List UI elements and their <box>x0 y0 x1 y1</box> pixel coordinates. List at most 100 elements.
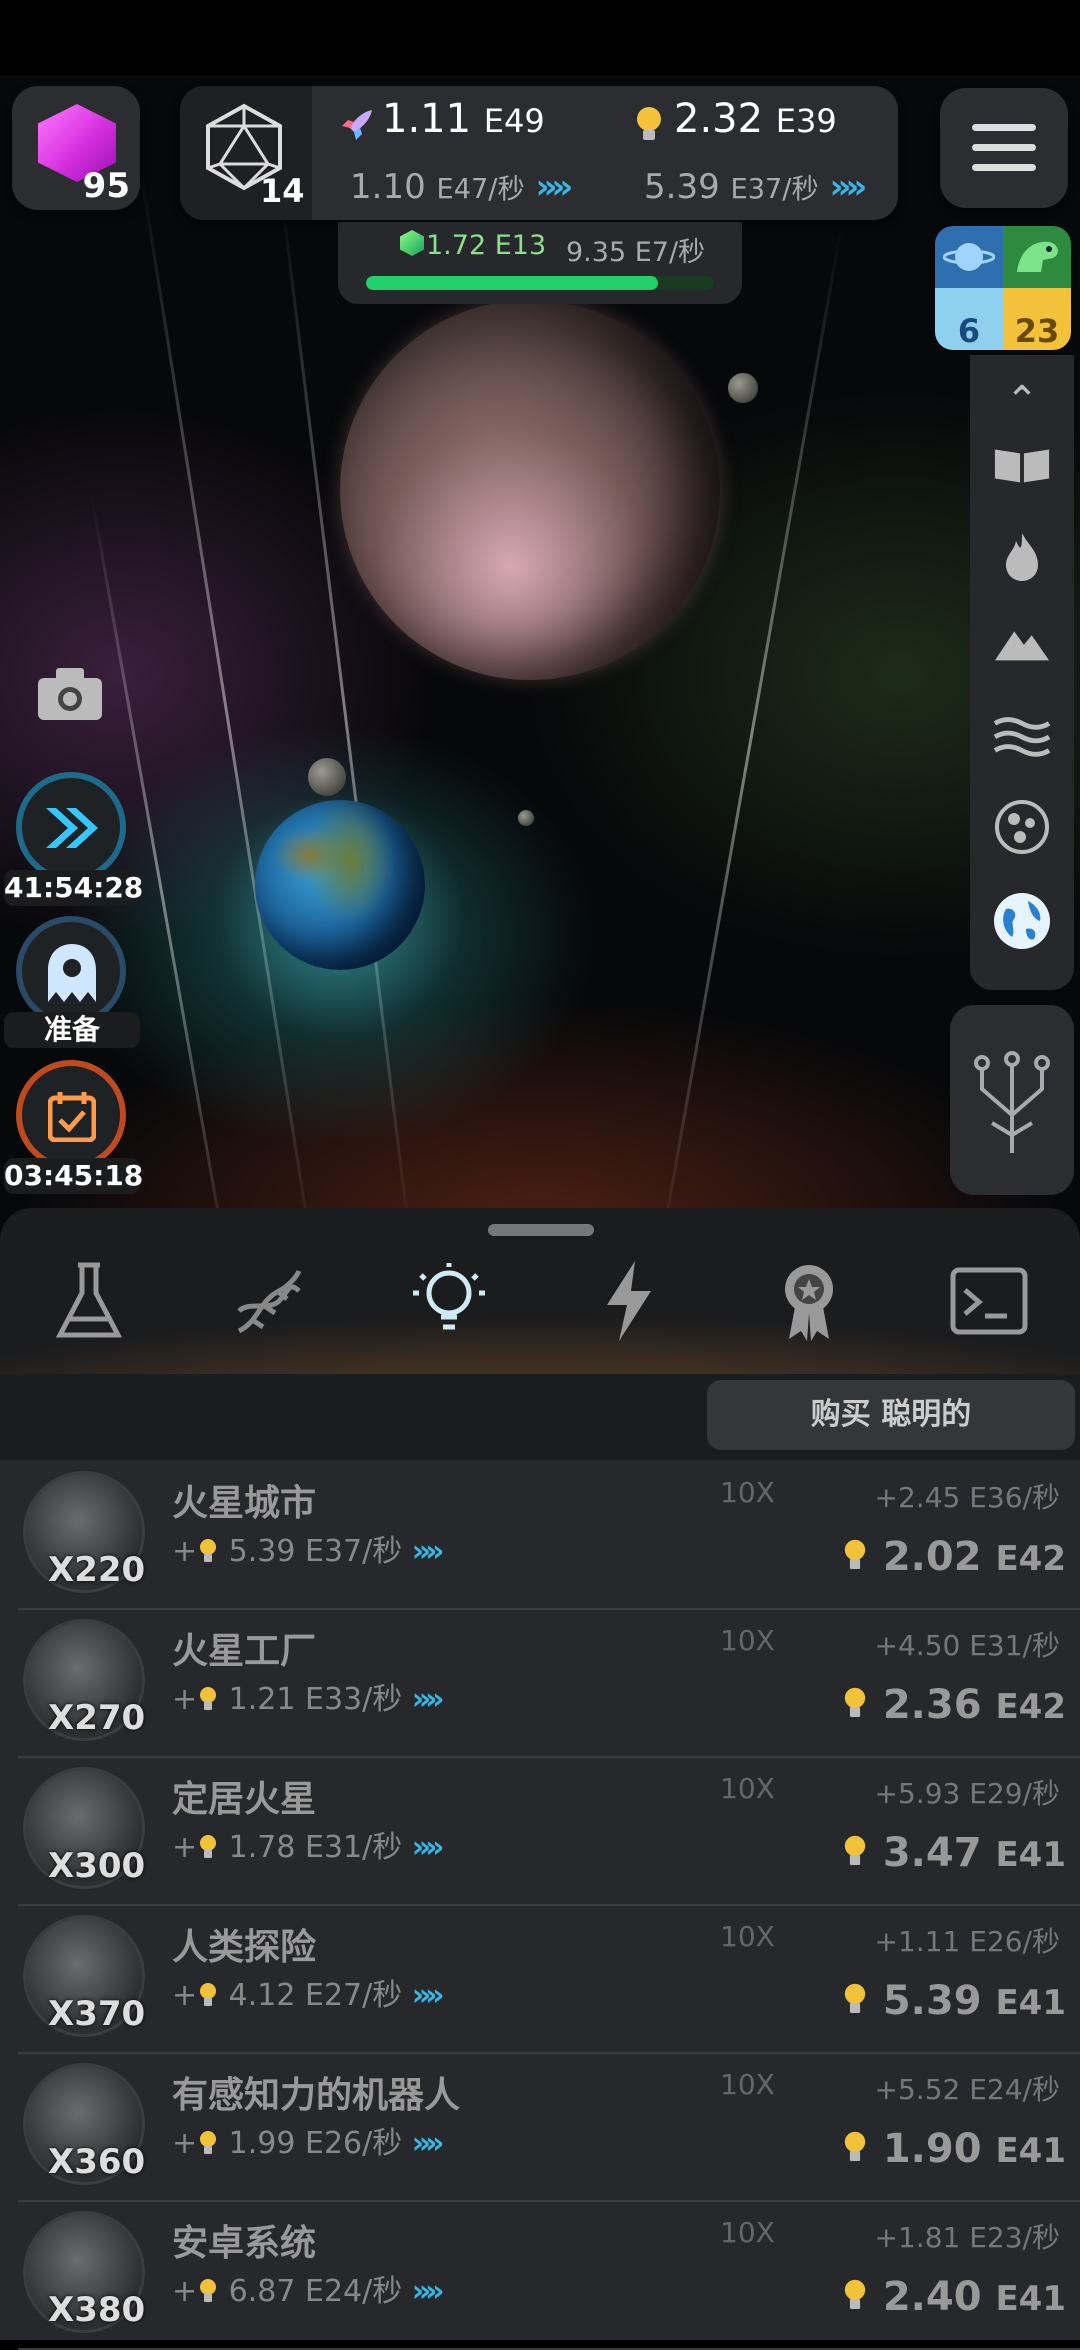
lightbulb-icon <box>637 107 661 140</box>
light-beam <box>280 194 411 1238</box>
green-resource-value: 1.72 E13 <box>426 230 547 261</box>
lightbulb-icon <box>844 1983 866 2013</box>
item-gain-exp: E31/秒 <box>969 1629 1060 1662</box>
lightbulb-icon <box>844 2131 866 2161</box>
plus-sign: + <box>172 1534 198 1569</box>
list-item[interactable]: X380 安卓系统 + 6.87 E24/秒 »» 10X +1.81 E23/秒 2.… <box>18 2200 1080 2350</box>
level-box[interactable]: 14 <box>180 86 312 220</box>
item-gain: +1.81 E23/秒 <box>875 2216 1060 2256</box>
item-gain-exp: E26/秒 <box>969 1925 1060 1958</box>
list-item[interactable]: X300 定居火星 + 1.78 E31/秒 »» 10X +5.93 E29/秒 3.… <box>18 1756 1080 1906</box>
lightbulb-icon <box>413 1263 485 1330</box>
bottom-tab-bar <box>0 1208 1080 1374</box>
item-cost[interactable]: 2.40 E41 <box>841 2274 1066 2320</box>
item-gain: +2.45 E36/秒 <box>875 1476 1060 1516</box>
item-cost-value: 5.39 <box>868 1978 996 2024</box>
book-icon[interactable] <box>992 435 1052 495</box>
lightbulb-icon <box>200 2279 217 2302</box>
item-cost[interactable]: 2.36 E42 <box>841 1682 1066 1728</box>
green-resource-panel[interactable]: 1.72 E13 9.35 E7/秒 <box>338 222 742 304</box>
globe-icon[interactable] <box>992 891 1052 951</box>
collapse-chevron-icon[interactable]: ⌃ <box>992 371 1052 431</box>
item-multiplier: X300 <box>48 1846 146 1886</box>
moon <box>728 373 758 403</box>
item-rate: + 5.39 E37/秒 »» <box>172 1526 445 1570</box>
item-gain-value: +1.81 <box>874 2221 970 2254</box>
calendar-button[interactable] <box>22 1066 120 1164</box>
skill-tree-button[interactable] <box>950 1005 1074 1195</box>
tab-dna[interactable] <box>224 1256 314 1346</box>
item-cost-exp: E41 <box>995 2131 1066 2171</box>
tab-achievements[interactable] <box>764 1256 854 1346</box>
tab-research[interactable] <box>44 1256 134 1346</box>
upgrade-list[interactable]: X220 火星城市 + 5.39 E37/秒 »» 10X +2.45 E36/秒 2.… <box>0 1460 1080 2350</box>
ghost-button[interactable] <box>22 922 120 1020</box>
lightbulb-icon <box>844 1687 866 1717</box>
green-gem-icon <box>400 230 424 256</box>
dinosaur-icon <box>1017 241 1058 272</box>
menu-line <box>972 124 1036 131</box>
plus-sign: + <box>172 1830 198 1865</box>
lightbulb-icon <box>200 2131 217 2154</box>
waves-icon[interactable] <box>992 705 1052 765</box>
lightbulb-icon <box>200 1835 217 1858</box>
item-ten-x: 10X <box>720 2216 775 2249</box>
tab-terminal[interactable] <box>944 1256 1034 1346</box>
list-item[interactable]: X360 有感知力的机器人 + 1.99 E26/秒 »» 10X +5.52 E24/… <box>18 2052 1080 2202</box>
item-multiplier: X220 <box>48 1550 146 1590</box>
moon <box>308 758 346 796</box>
item-cost[interactable]: 1.90 E41 <box>841 2126 1066 2172</box>
dino-tile[interactable]: 23 <box>1003 226 1071 350</box>
drag-handle[interactable] <box>488 1224 594 1236</box>
status-bar <box>0 0 1080 75</box>
item-cost[interactable]: 3.47 E41 <box>841 1830 1066 1876</box>
tab-ideas[interactable] <box>404 1256 494 1346</box>
calendar-timer: 03:45:18 <box>4 1158 144 1194</box>
chevron-double-icon: »» <box>411 1830 445 1865</box>
mars-planet[interactable] <box>340 300 720 680</box>
item-multiplier: X370 <box>48 1994 146 2034</box>
item-cost-value: 1.90 <box>868 2126 996 2172</box>
camera-icon[interactable] <box>36 666 104 722</box>
item-rate-value: 4.12 <box>219 1978 306 2013</box>
chevron-double-icon: »» <box>411 2126 445 2161</box>
lightbulb-icon <box>844 2279 866 2309</box>
list-item[interactable]: X220 火星城市 + 5.39 E37/秒 »» 10X +2.45 E36/秒 2.… <box>18 1460 1080 1610</box>
boost-button[interactable] <box>22 778 120 876</box>
item-cost[interactable]: 5.39 E41 <box>841 1978 1066 2024</box>
item-gain-value: +2.45 <box>874 1481 970 1514</box>
item-cost-exp: E42 <box>995 1687 1066 1727</box>
progress-bar <box>366 276 714 290</box>
chevron-double-icon: »» <box>411 1978 445 2013</box>
item-rate: + 1.99 E26/秒 »» <box>172 2118 445 2162</box>
list-item[interactable]: X370 人类探险 + 4.12 E27/秒 »» 10X +1.11 E26/秒 5.… <box>18 1904 1080 2054</box>
item-cost-exp: E41 <box>995 1983 1066 2023</box>
item-ten-x: 10X <box>720 2068 775 2101</box>
item-gain: +4.50 E31/秒 <box>875 1624 1060 1664</box>
item-gain-value: +5.93 <box>874 1777 970 1810</box>
idea-rate: 5.39 E37/秒 »» <box>644 167 867 207</box>
item-ten-x: 10X <box>720 1476 775 1509</box>
tab-power[interactable] <box>584 1256 674 1346</box>
item-gain-value: +1.11 <box>874 1925 970 1958</box>
cell-icon[interactable] <box>992 797 1052 857</box>
item-gain: +1.11 E26/秒 <box>875 1920 1060 1960</box>
menu-button[interactable] <box>940 88 1068 208</box>
cube-currency-button[interactable]: 95 <box>12 86 140 210</box>
earth-planet[interactable] <box>255 800 425 970</box>
menu-line <box>972 164 1036 171</box>
mountain-icon[interactable] <box>992 613 1052 673</box>
resource-panel[interactable]: 14 1.11 E49 1.10 E47/秒 »» 2.32 E39 5.39 … <box>180 86 898 220</box>
buy-mode-button[interactable]: 购买 聪明的 <box>707 1380 1075 1450</box>
item-name: 人类探险 <box>172 1927 317 1968</box>
green-resource-rate: 9.35 E7/秒 <box>566 237 706 268</box>
fire-icon[interactable] <box>992 527 1052 587</box>
item-rate-value: 1.21 <box>219 1682 306 1717</box>
ghost-status: 准备 <box>4 1012 140 1048</box>
item-rate-exp: E24/秒 <box>305 2274 412 2309</box>
item-gain-exp: E24/秒 <box>969 2073 1060 2106</box>
item-cost[interactable]: 2.02 E42 <box>841 1534 1066 1580</box>
planet-tile[interactable]: 6 <box>935 226 1003 350</box>
list-item[interactable]: X270 火星工厂 + 1.21 E33/秒 »» 10X +4.50 E31/秒 2.… <box>18 1608 1080 1758</box>
award-ribbon-icon <box>785 1265 833 1341</box>
